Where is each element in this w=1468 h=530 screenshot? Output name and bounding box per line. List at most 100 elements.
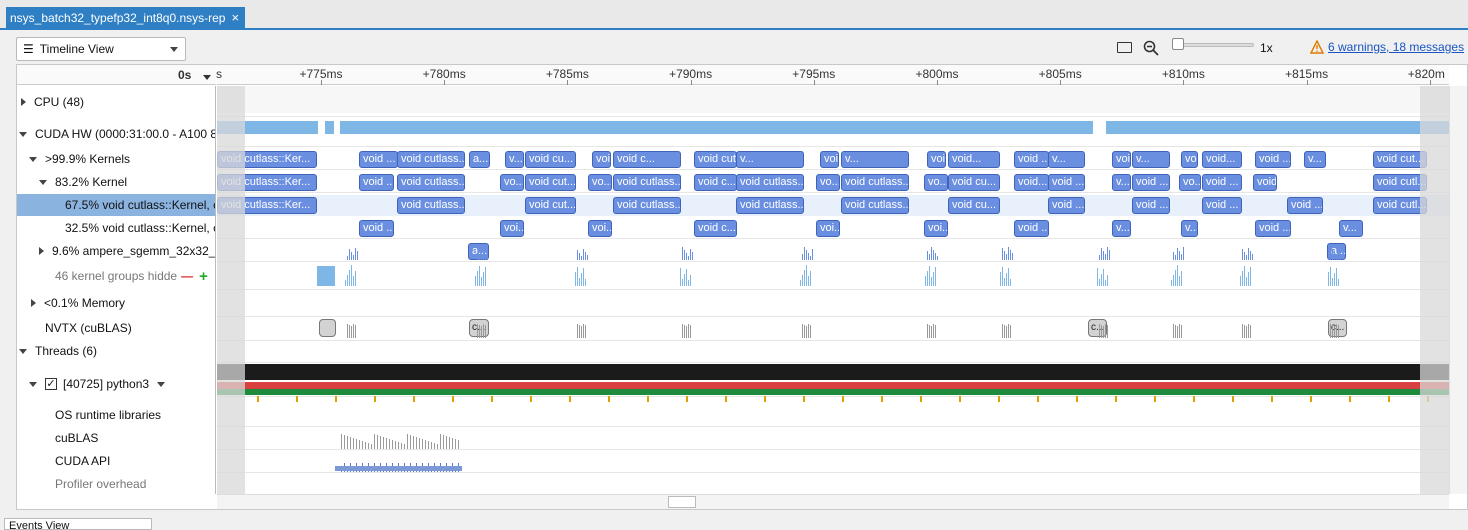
kernels-kernel[interactable]: void cutlass... xyxy=(694,151,737,168)
kernel-kernel[interactable]: vo... xyxy=(816,174,840,191)
nvtx-range[interactable] xyxy=(319,319,336,337)
kernel-67-kernel[interactable]: void cu... xyxy=(948,197,1000,214)
horizontal-scroll-thumb[interactable] xyxy=(668,496,696,508)
kernels-kernel[interactable]: void ... xyxy=(1014,151,1049,168)
row-cpu[interactable]: CPU (48) xyxy=(17,91,215,113)
row-os-runtime[interactable]: OS runtime libraries xyxy=(17,404,215,426)
row-kernel[interactable]: 83.2% Kernel xyxy=(17,171,215,193)
kernel-kernel[interactable]: void cutlass... xyxy=(613,174,681,191)
kernels-kernel[interactable]: void cu... xyxy=(927,151,946,168)
kernel-32-kernel[interactable]: void ... xyxy=(1014,220,1049,237)
row-hidden-groups[interactable]: 46 kernel groups hidde — + xyxy=(17,265,215,287)
row-memory[interactable]: <0.1% Memory xyxy=(17,292,215,314)
kernels-kernel[interactable]: v... xyxy=(505,151,524,168)
row-python3[interactable]: ✓ [40725] python3 xyxy=(17,373,215,395)
kernel-67-kernel[interactable]: void cutlass... xyxy=(841,197,909,214)
row-nvtx[interactable]: NVTX (cuBLAS) xyxy=(17,317,215,339)
thread-checkbox[interactable]: ✓ xyxy=(45,378,57,390)
row-cublas[interactable]: cuBLAS xyxy=(17,427,215,449)
chevron-down-icon[interactable] xyxy=(157,381,166,387)
collapse-icon[interactable] xyxy=(29,381,37,387)
row-threads[interactable]: Threads (6) xyxy=(17,340,215,362)
zoom-slider-thumb[interactable] xyxy=(1172,38,1184,50)
kernels-kernel[interactable]: void cut... xyxy=(1373,151,1427,168)
keyboard-icon[interactable] xyxy=(1117,42,1132,53)
kernel-kernel[interactable]: void ... xyxy=(1048,174,1085,191)
kernel-kernel[interactable]: void ... xyxy=(359,174,394,191)
expand-icon[interactable] xyxy=(39,247,44,255)
expand-icon[interactable] xyxy=(31,299,36,307)
kernel-kernel[interactable]: vo... xyxy=(588,174,612,191)
kernel-32-kernel[interactable]: voi... xyxy=(816,220,840,237)
kernels-kernel[interactable]: void ... xyxy=(1255,151,1291,168)
collapse-icon[interactable] xyxy=(29,156,37,162)
row-kernel-32[interactable]: 32.5% void cutlass::Kernel, c xyxy=(17,217,215,239)
kernel-kernel[interactable]: vo... xyxy=(500,174,524,191)
kernels-kernel[interactable]: v... xyxy=(1132,151,1170,168)
zoom-out-icon[interactable] xyxy=(1143,40,1159,56)
expand-icon[interactable] xyxy=(21,98,26,106)
kernel-67-kernel[interactable]: void cutlass... xyxy=(736,197,804,214)
kernel-kernel[interactable]: void cutlass... xyxy=(736,174,804,191)
kernel-67-kernel[interactable]: void ... xyxy=(1048,197,1085,214)
kernel-67-kernel[interactable]: void cutlass... xyxy=(613,197,681,214)
chevron-down-icon[interactable] xyxy=(203,75,211,80)
kernel-67-kernel[interactable]: void ... xyxy=(1132,197,1170,214)
vertical-scrollbar[interactable] xyxy=(1449,86,1467,494)
timeline-canvas[interactable]: void cutlass::Ker... void ... void cutlass… xyxy=(217,86,1449,494)
horizontal-scrollbar[interactable] xyxy=(217,494,1449,509)
kernel-kernel[interactable]: v... xyxy=(1112,174,1131,191)
kernels-kernel[interactable]: void cutlass... xyxy=(592,151,611,168)
kernel-kernel[interactable]: void ... xyxy=(1132,174,1170,191)
close-icon[interactable]: × xyxy=(231,11,239,24)
kernel-kernel[interactable]: void... xyxy=(1014,174,1049,191)
kernels-kernel[interactable]: void ... xyxy=(1181,151,1198,168)
kernel-32-kernel[interactable]: void ... xyxy=(359,220,394,237)
kernel-67-kernel[interactable]: void ... xyxy=(1287,197,1323,214)
kernels-kernel[interactable]: v... xyxy=(736,151,804,168)
collapse-icon[interactable] xyxy=(19,348,27,354)
kernel-32-kernel[interactable]: v... xyxy=(1339,220,1363,237)
kernels-kernel[interactable]: void c... xyxy=(613,151,681,168)
time-ruler[interactable]: s +775ms +780ms +785ms +790ms +795ms +800ms +8… xyxy=(216,65,1449,85)
kernel-32-kernel[interactable]: void c... xyxy=(694,220,737,237)
kernel-kernel[interactable]: void cutlass... xyxy=(841,174,909,191)
kernel-67-kernel[interactable]: void cut... xyxy=(525,197,576,214)
tab-report[interactable]: nsys_batch32_typefp32_int8q0.nsys-rep × xyxy=(6,7,246,29)
warnings-link[interactable]: 6 warnings, 18 messages xyxy=(1328,40,1464,54)
kernel-32-kernel[interactable]: void ... xyxy=(1255,220,1291,237)
kernels-kernel[interactable]: a... xyxy=(469,151,490,168)
row-kernels[interactable]: >99.9% Kernels xyxy=(17,148,215,170)
kernels-kernel[interactable]: void cu... xyxy=(525,151,576,168)
kernel-32-kernel[interactable]: v... xyxy=(1181,220,1198,237)
collapse-icon[interactable] xyxy=(19,131,27,137)
kernels-kernel[interactable]: void ... xyxy=(359,151,398,168)
kernel-kernel[interactable]: vo... xyxy=(924,174,948,191)
kernel-32-kernel[interactable]: voi... xyxy=(500,220,524,237)
kernel-kernel[interactable]: void cu... xyxy=(948,174,1000,191)
plus-icon[interactable]: + xyxy=(199,268,208,285)
row-sgemm[interactable]: 9.6% ampere_sgemm_32x32_ xyxy=(17,240,215,262)
view-select[interactable]: ☰ Timeline View xyxy=(16,37,186,61)
kernel-32-kernel[interactable]: v... xyxy=(1112,220,1131,237)
kernels-kernel[interactable]: void cutlass... xyxy=(820,151,839,168)
minus-icon[interactable]: — xyxy=(181,269,193,283)
kernels-kernel[interactable]: void ... xyxy=(1112,151,1131,168)
collapse-icon[interactable] xyxy=(39,179,47,185)
row-cuda-api[interactable]: CUDA API xyxy=(17,450,215,472)
kernels-kernel[interactable]: void cutlass... xyxy=(397,151,465,168)
kernels-kernel[interactable]: v... xyxy=(841,151,909,168)
kernel-kernel[interactable]: void ... xyxy=(1202,174,1242,191)
row-kernel-67[interactable]: 67.5% void cutlass::Kernel, c xyxy=(17,194,215,216)
events-view-select[interactable]: Events View xyxy=(4,518,152,530)
kernel-67-kernel[interactable]: void cutl... xyxy=(1373,197,1427,214)
kernel-67-kernel[interactable]: void ... xyxy=(1202,197,1242,214)
kernel-32-kernel[interactable]: voi... xyxy=(588,220,612,237)
zoom-slider[interactable] xyxy=(1172,43,1254,47)
kernel-kernel[interactable]: void cutl... xyxy=(1373,174,1427,191)
kernels-kernel[interactable]: void... xyxy=(1202,151,1242,168)
kernel-kernel[interactable]: void... xyxy=(1253,174,1277,191)
kernel-kernel[interactable]: void c... xyxy=(694,174,737,191)
kernel-kernel[interactable]: void cut... xyxy=(525,174,576,191)
kernels-kernel[interactable]: void... xyxy=(948,151,1000,168)
